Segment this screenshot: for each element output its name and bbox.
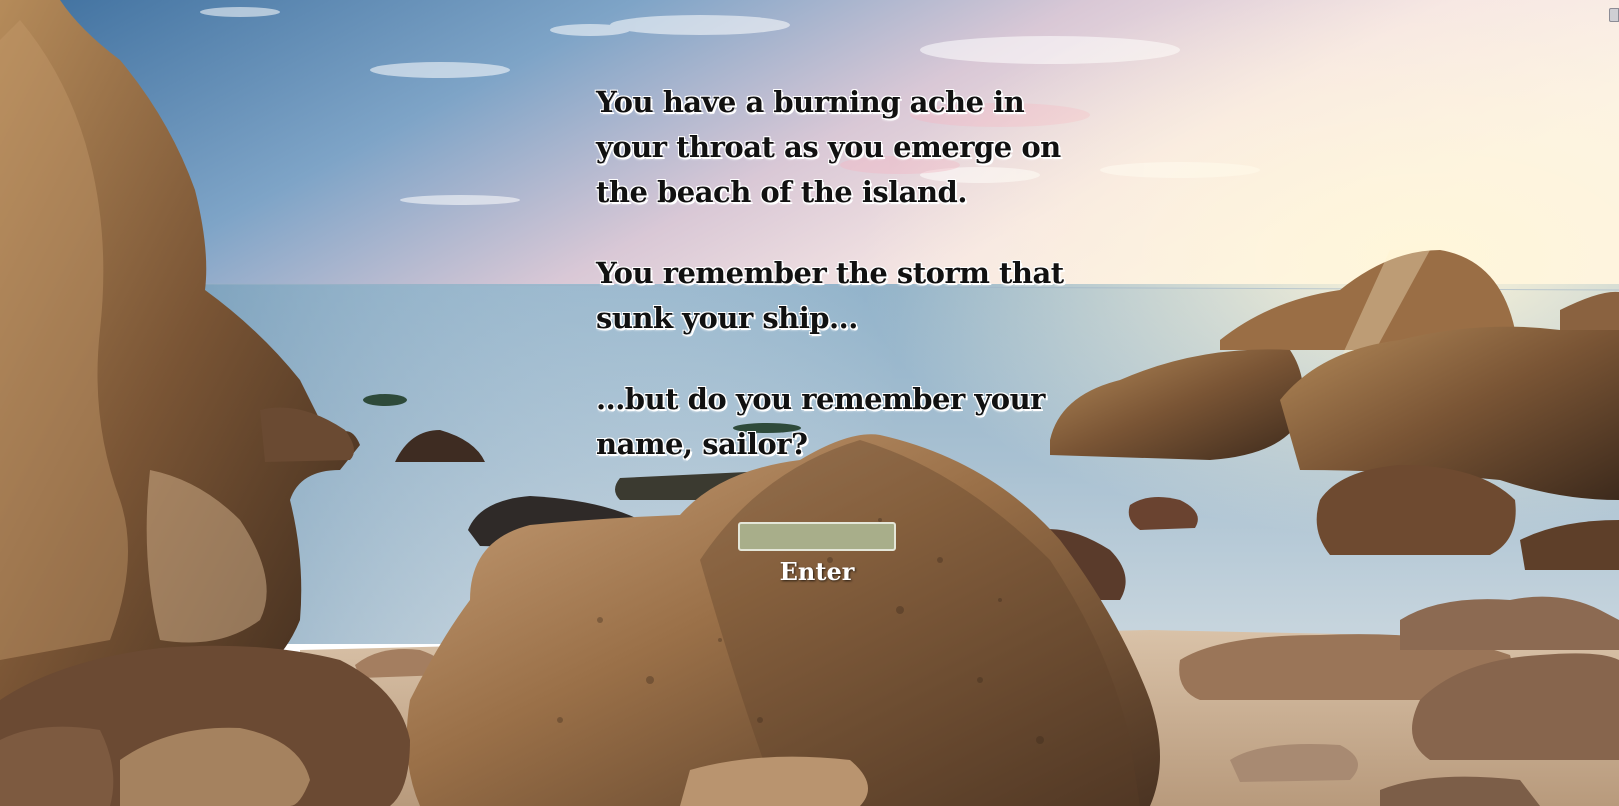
enter-button[interactable]: Enter — [776, 556, 858, 586]
sailor-name-input[interactable] — [738, 522, 896, 551]
story-text: You have a burning ache in your throat a… — [596, 80, 1066, 503]
story-paragraph-2: You remember the storm that sunk your sh… — [596, 256, 1064, 335]
story-paragraph-3: ...but do you remember your name, sailor… — [596, 382, 1045, 461]
story-paragraph-1: You have a burning ache in your throat a… — [596, 85, 1061, 209]
speaker-icon[interactable] — [1609, 8, 1619, 22]
